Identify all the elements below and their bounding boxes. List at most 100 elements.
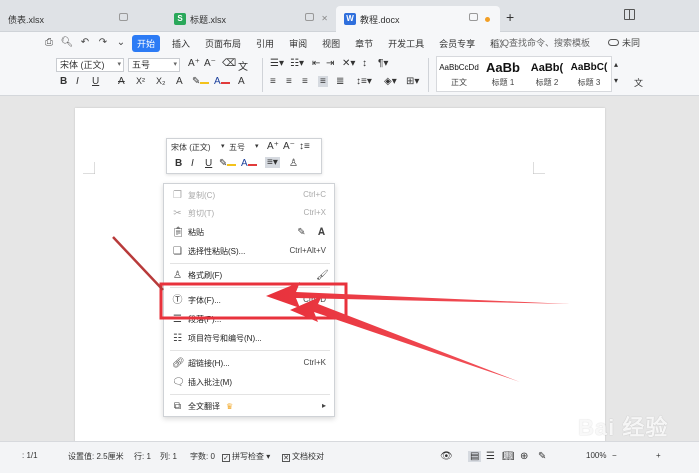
menu-item-format-painter[interactable]: ♙ 格式刷(F) 🖌︎ xyxy=(164,267,334,284)
read-view-icon[interactable]: 📖︎ xyxy=(502,451,515,462)
justify-icon[interactable]: ≡ xyxy=(318,76,328,87)
menu-item-font[interactable]: Ⓣ 字体(F)... Ctrl+D xyxy=(164,292,334,309)
clear-format-icon[interactable]: ⌫ xyxy=(222,58,236,69)
outline-view-icon[interactable]: ☰ xyxy=(486,451,495,462)
format-painter-shortcut-icon[interactable]: 🖌︎ xyxy=(316,270,329,281)
line-spacing-icon[interactable]: ↕≡▾ xyxy=(356,76,372,87)
print-icon[interactable]: ⎙ xyxy=(42,37,56,49)
mini-underline-button[interactable]: U xyxy=(205,158,212,169)
chinese-layout-icon[interactable]: ✕▾ xyxy=(342,58,355,69)
tab-docx[interactable]: W 教程.docx xyxy=(336,6,500,32)
document-page[interactable] xyxy=(75,108,605,448)
menu-item-paste-special[interactable]: ❏ 选择性粘贴(S)... Ctrl+Alt+V xyxy=(164,243,334,260)
shading-icon[interactable]: ◈▾ xyxy=(384,76,397,87)
comment-icon[interactable] xyxy=(305,13,314,21)
eye-protection-icon[interactable]: 👁︎ xyxy=(440,451,453,462)
paste-keep-format-icon[interactable]: ✎ xyxy=(296,227,307,238)
menu-review[interactable]: 审阅 xyxy=(289,37,307,50)
zoom-level[interactable]: 100% xyxy=(586,451,606,460)
zoom-out-icon[interactable]: − xyxy=(612,451,617,460)
mini-size-select[interactable]: 五号 xyxy=(229,142,245,153)
align-left-icon[interactable]: ≡ xyxy=(270,76,276,87)
show-marks-icon[interactable]: ¶▾ xyxy=(378,58,388,69)
menu-references[interactable]: 引用 xyxy=(256,37,274,50)
shrink-font-icon[interactable]: A⁻ xyxy=(283,141,295,152)
redo-icon[interactable]: ↷ xyxy=(96,37,110,49)
comment-icon[interactable] xyxy=(469,13,478,21)
comment-icon[interactable] xyxy=(119,13,128,21)
underline-button[interactable]: U xyxy=(92,76,99,87)
paste-text-only-icon[interactable]: 𝐀 xyxy=(316,227,327,238)
pinyin-icon[interactable]: 文 xyxy=(238,58,248,73)
menu-item-insert-comment[interactable]: 🗨︎ 插入批注(M) xyxy=(164,374,334,391)
increase-indent-icon[interactable]: ⇥ xyxy=(326,58,334,69)
text-tools-label[interactable]: 文 xyxy=(634,76,643,89)
menu-insert[interactable]: 插入 xyxy=(172,37,190,50)
menu-view[interactable]: 视图 xyxy=(322,37,340,50)
new-tab-button[interactable]: + xyxy=(506,9,514,25)
line-spacing-icon[interactable]: ↕≡ xyxy=(299,141,310,152)
style-heading-1[interactable]: AaBb 标题 1 xyxy=(481,59,525,91)
style-heading-2[interactable]: AaBb( 标题 2 xyxy=(525,59,569,91)
font-color-icon[interactable]: A xyxy=(214,76,230,87)
format-painter-icon[interactable]: ♙ xyxy=(289,158,298,169)
align-icon[interactable]: ≡▾ xyxy=(265,157,280,168)
mini-bold-button[interactable]: B xyxy=(175,158,182,169)
undo-icon[interactable]: ↶ xyxy=(78,37,92,49)
word-count[interactable]: 字数: 0 xyxy=(190,451,215,462)
menu-developer[interactable]: 开发工具 xyxy=(388,37,424,50)
highlight-icon[interactable]: ✎ xyxy=(192,76,210,87)
gallery-scroll-down-icon[interactable]: ▾ xyxy=(614,76,618,85)
distributed-icon[interactable]: ≣ xyxy=(336,76,344,87)
menu-member[interactable]: 会员专享 xyxy=(439,37,475,50)
style-normal[interactable]: AaBbCcDd 正文 xyxy=(437,59,481,91)
zoom-in-icon[interactable]: + xyxy=(656,451,661,460)
sync-status[interactable]: 未同 xyxy=(608,36,640,49)
style-heading-3[interactable]: AaBbC( 标题 3 xyxy=(567,59,611,91)
page-indicator[interactable]: : 1/1 xyxy=(22,451,38,460)
menu-item-hyperlink[interactable]: 🔗︎ 超链接(H)... Ctrl+K xyxy=(164,355,334,372)
numbering-icon[interactable]: ☷▾ xyxy=(290,58,304,69)
subscript-button[interactable]: X₂ xyxy=(156,76,166,86)
mini-font-select[interactable]: 宋体 (正文) xyxy=(171,142,211,153)
menu-item-bullets[interactable]: ☷ 项目符号和编号(N)... xyxy=(164,330,334,347)
dropdown-arrow-icon[interactable]: ▾ xyxy=(221,142,225,150)
menu-item-cut[interactable]: ✂ 剪切(T) Ctrl+X xyxy=(164,205,334,222)
menu-item-translate[interactable]: ⧉ 全文翻译 ♛ ▸ xyxy=(164,398,334,415)
decrease-indent-icon[interactable]: ⇤ xyxy=(312,58,320,69)
mini-italic-button[interactable]: I xyxy=(191,158,194,169)
document-area[interactable] xyxy=(0,96,699,448)
strikethrough-button[interactable]: A xyxy=(118,76,125,87)
bold-button[interactable]: B xyxy=(60,76,67,87)
text-effect-icon[interactable]: A xyxy=(176,76,183,87)
menu-item-paragraph[interactable]: ☰ 段落(P)... xyxy=(164,311,334,328)
char-shading-icon[interactable]: A xyxy=(238,76,245,87)
shrink-font-icon[interactable]: A⁻ xyxy=(204,58,216,69)
bullets-icon[interactable]: ☰▾ xyxy=(270,58,284,69)
page-view-icon[interactable]: ▤ xyxy=(468,451,482,462)
borders-icon[interactable]: ⊞▾ xyxy=(406,76,419,87)
sort-icon[interactable]: ↕ xyxy=(362,58,367,69)
more-icon[interactable]: ⌄ xyxy=(114,37,128,49)
write-mode-icon[interactable]: ✎ xyxy=(538,451,546,462)
grow-font-icon[interactable]: A⁺ xyxy=(267,141,279,152)
sidebar-toggle-icon[interactable] xyxy=(624,9,635,20)
font-color-icon[interactable]: A xyxy=(241,158,257,169)
align-right-icon[interactable]: ≡ xyxy=(302,76,308,87)
menu-page-layout[interactable]: 页面布局 xyxy=(205,37,241,50)
dropdown-arrow-icon[interactable]: ▾ xyxy=(255,142,259,150)
command-search[interactable]: Q查找命令、搜索模板 xyxy=(502,36,590,49)
menu-section[interactable]: 章节 xyxy=(355,37,373,50)
print-preview-icon[interactable]: 🔍︎ xyxy=(60,37,74,49)
gallery-scroll-up-icon[interactable]: ▴ xyxy=(614,60,618,69)
menu-item-paste[interactable]: 📋︎ 粘贴 ✎ 𝐀 xyxy=(164,224,334,241)
doc-proof-toggle[interactable]: ✕ 文档校对 xyxy=(282,451,324,462)
font-size-select[interactable]: 五号 xyxy=(128,58,180,72)
grow-font-icon[interactable]: A⁺ xyxy=(188,58,200,69)
web-view-icon[interactable]: ⊕ xyxy=(520,451,528,462)
italic-button[interactable]: I xyxy=(76,76,79,87)
close-icon[interactable]: ✕ xyxy=(321,14,328,23)
font-name-select[interactable]: 宋体 (正文) xyxy=(56,58,124,72)
tab-xlsx-2[interactable]: S 标题.xlsx ✕ xyxy=(166,6,336,32)
menu-home[interactable]: 开始 xyxy=(132,34,161,52)
